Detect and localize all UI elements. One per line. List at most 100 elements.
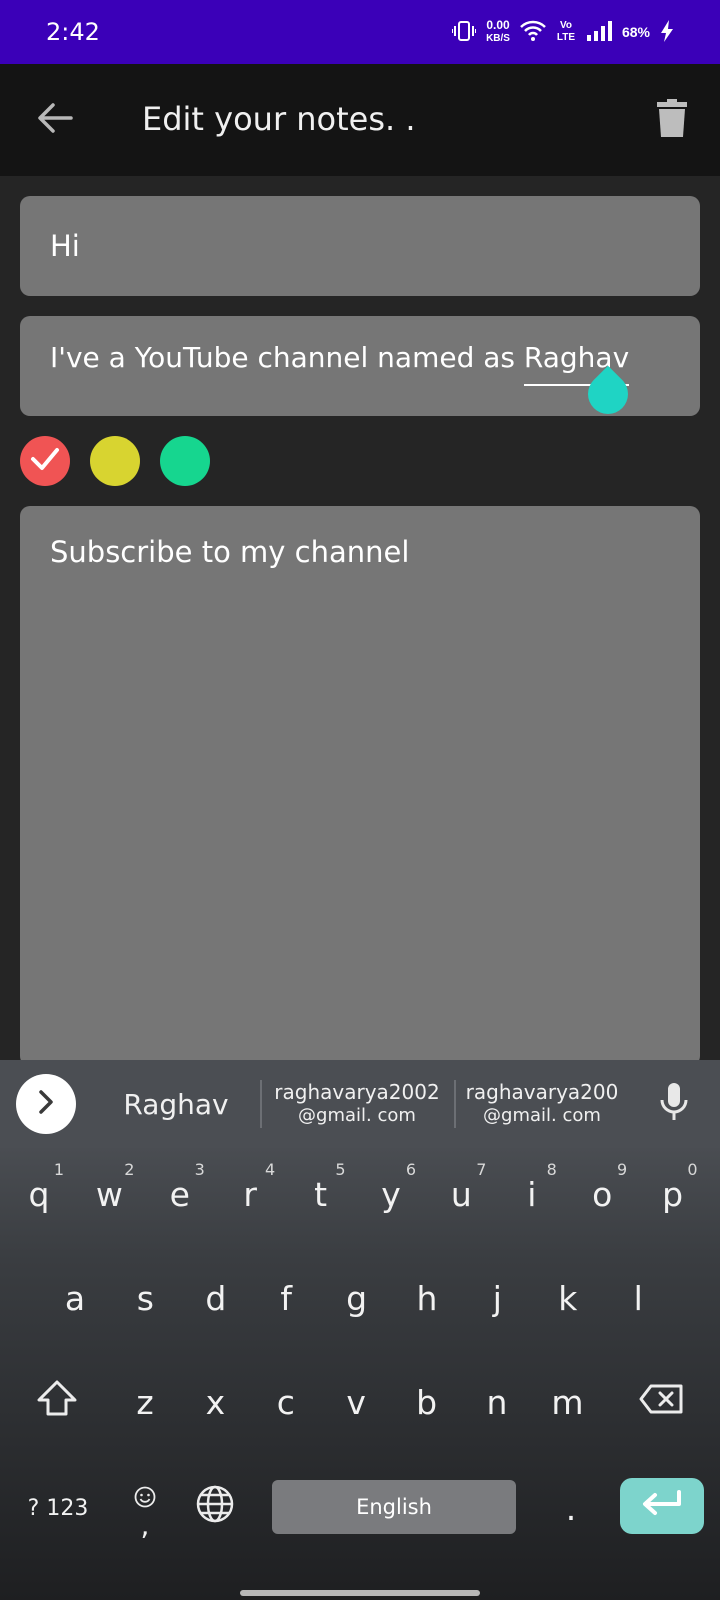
check-icon (30, 447, 60, 476)
net-speed: 0.00 KB/S (486, 19, 510, 45)
wifi-icon (520, 20, 546, 45)
shift-icon (37, 1380, 77, 1424)
globe-icon (196, 1485, 234, 1531)
shift-key[interactable] (22, 1354, 92, 1450)
key-label: w (95, 1174, 123, 1214)
key-r[interactable]: 4r (215, 1146, 285, 1242)
delete-button[interactable] (648, 94, 696, 146)
period-key[interactable]: . (536, 1460, 606, 1556)
key-label: y (381, 1174, 401, 1214)
emoji-comma-key[interactable]: , (110, 1458, 180, 1554)
key-w[interactable]: 2w (74, 1146, 144, 1242)
color-option-green[interactable] (160, 436, 210, 486)
key-hint: 2 (124, 1160, 135, 1179)
key-u[interactable]: 7u (426, 1146, 496, 1242)
suggestion-3-line1: raghavarya200 (465, 1080, 619, 1104)
language-key[interactable] (180, 1460, 250, 1556)
backspace-icon (639, 1383, 683, 1422)
key-g[interactable]: g (322, 1250, 392, 1346)
suggestion-2-line2: @gmail. com (298, 1105, 416, 1126)
page-title: Edit your notes. . (142, 100, 416, 138)
key-label: q (28, 1174, 50, 1214)
note-body-input[interactable]: Subscribe to my channel (20, 506, 700, 1066)
key-j[interactable]: j (462, 1250, 532, 1346)
key-hint: 7 (476, 1160, 487, 1179)
color-option-red[interactable] (20, 436, 70, 486)
key-y[interactable]: 6y (356, 1146, 426, 1242)
home-indicator[interactable] (240, 1590, 480, 1596)
suggestion-2[interactable]: raghavarya2002 @gmail. com (262, 1060, 452, 1148)
chevron-right-icon (37, 1089, 55, 1120)
symbols-key[interactable]: ? 123 (18, 1460, 98, 1556)
color-option-yellow[interactable] (90, 436, 140, 486)
suggestion-1[interactable]: Raghav (92, 1060, 260, 1148)
signal-icon (586, 20, 612, 45)
key-label: o (592, 1174, 613, 1214)
status-bar: 2:42 0.00 KB/S Vo LTE 68% (0, 0, 720, 64)
suggestion-3[interactable]: raghavarya200 @gmail. com (456, 1060, 628, 1148)
net-speed-unit: KB/S (486, 33, 510, 44)
key-a[interactable]: a (40, 1250, 110, 1346)
subtitle-text: I've a YouTube channel named as (50, 341, 524, 374)
key-hint: 5 (335, 1160, 346, 1179)
back-button[interactable] (30, 92, 80, 148)
suggestion-1-text: Raghav (123, 1087, 229, 1121)
space-key[interactable]: English (272, 1480, 516, 1534)
key-t[interactable]: 5t (286, 1146, 356, 1242)
key-hint: 6 (405, 1160, 416, 1179)
app-bar: Edit your notes. . (0, 64, 720, 176)
key-p[interactable]: 0p (638, 1146, 708, 1242)
key-x[interactable]: x (180, 1354, 250, 1450)
key-e[interactable]: 3e (145, 1146, 215, 1242)
status-time: 2:42 (46, 18, 100, 46)
key-z[interactable]: z (110, 1354, 180, 1450)
comma-label: , (140, 1508, 150, 1542)
key-n[interactable]: n (462, 1354, 532, 1450)
back-arrow-icon (37, 102, 73, 139)
keyboard-expand-button[interactable] (16, 1074, 76, 1134)
key-k[interactable]: k (533, 1250, 603, 1346)
key-label: t (314, 1174, 328, 1214)
key-hint: 8 (546, 1160, 557, 1179)
key-s[interactable]: s (110, 1250, 180, 1346)
suggestion-2-line1: raghavarya2002 (274, 1080, 440, 1104)
backspace-key[interactable] (626, 1354, 696, 1450)
suggestion-3-line2: @gmail. com (483, 1105, 601, 1126)
key-label: u (450, 1174, 472, 1214)
key-label: i (527, 1174, 537, 1214)
key-b[interactable]: b (392, 1354, 462, 1450)
battery-level: 68% (621, 24, 650, 40)
key-h[interactable]: h (392, 1250, 462, 1346)
keyboard: Raghav raghavarya2002 @gmail. com raghav… (0, 1060, 720, 1600)
key-label: p (662, 1174, 684, 1214)
status-icons: 0.00 KB/S Vo LTE 68% (451, 19, 674, 45)
enter-key[interactable] (620, 1478, 704, 1534)
enter-icon (641, 1489, 683, 1523)
key-c[interactable]: c (251, 1354, 321, 1450)
voice-input-button[interactable] (650, 1080, 698, 1128)
key-label: e (169, 1174, 190, 1214)
key-m[interactable]: m (532, 1354, 602, 1450)
key-f[interactable]: f (251, 1250, 321, 1346)
trash-icon (657, 98, 687, 142)
vibrate-icon (451, 20, 478, 45)
key-hint: 3 (194, 1160, 205, 1179)
key-i[interactable]: 8i (497, 1146, 567, 1242)
key-label: r (243, 1174, 257, 1214)
key-hint: 0 (687, 1160, 698, 1179)
key-hint: 9 (617, 1160, 628, 1179)
note-title-input[interactable]: Hi (20, 196, 700, 296)
key-d[interactable]: d (181, 1250, 251, 1346)
volte-label: Vo LTE (556, 20, 576, 43)
key-q[interactable]: 1q (4, 1146, 74, 1242)
composing-word: Raghav (523, 341, 630, 374)
microphone-icon (659, 1082, 689, 1127)
charging-icon (660, 19, 674, 45)
key-v[interactable]: v (321, 1354, 391, 1450)
key-hint: 4 (265, 1160, 276, 1179)
key-o[interactable]: 9o (567, 1146, 637, 1242)
key-l[interactable]: l (603, 1250, 673, 1346)
net-speed-value: 0.00 (486, 18, 510, 32)
color-picker (20, 436, 210, 486)
suggestion-bar: Raghav raghavarya2002 @gmail. com raghav… (0, 1060, 720, 1148)
